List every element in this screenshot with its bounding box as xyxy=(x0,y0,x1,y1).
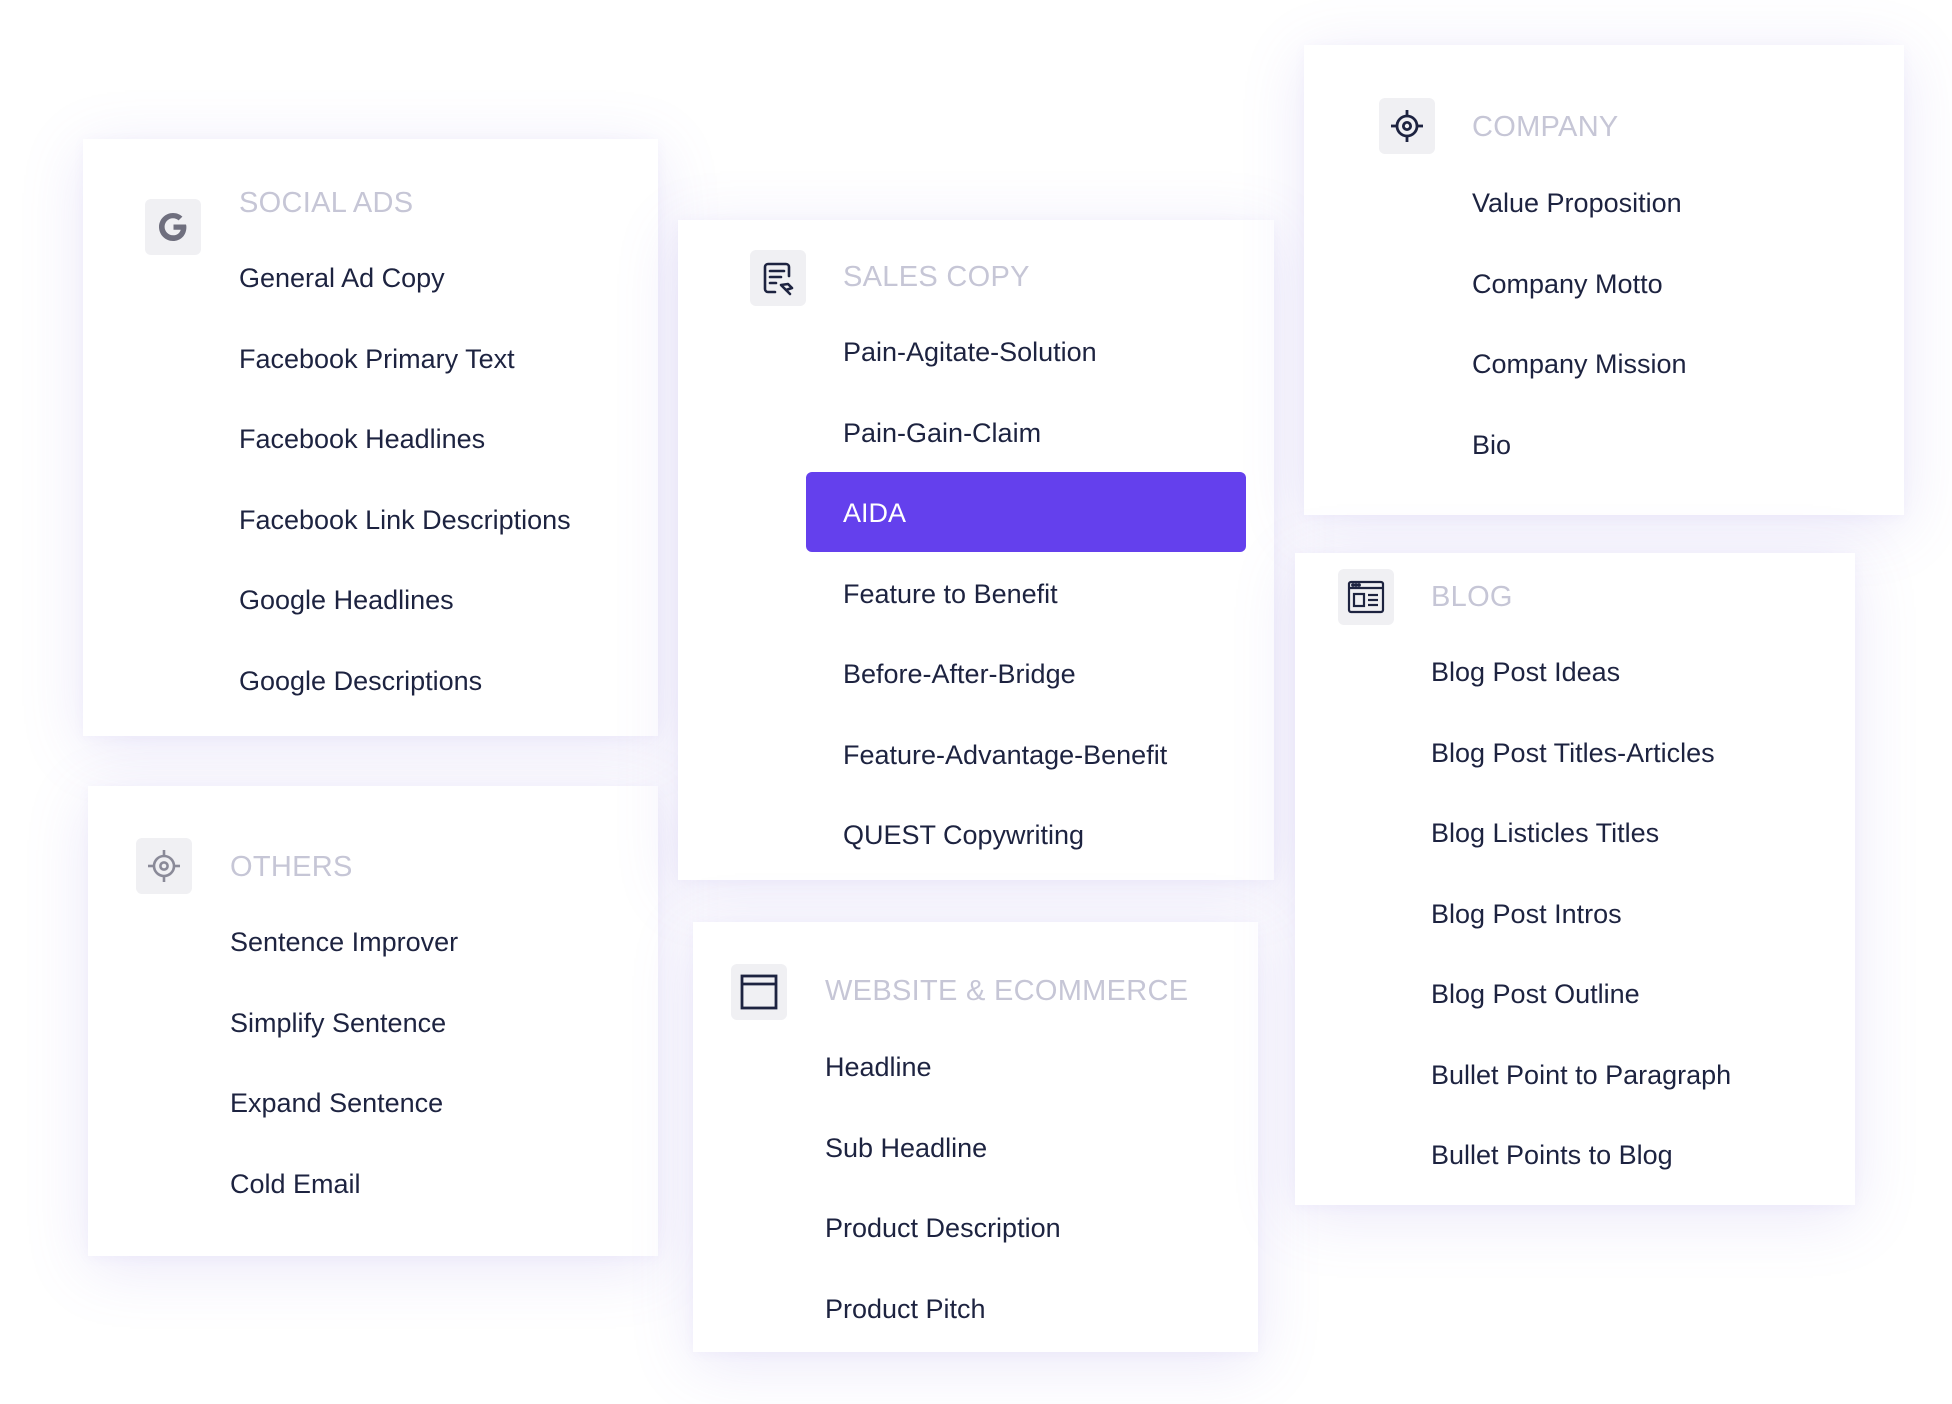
others-card: OTHERS Sentence Improver Simplify Sentenc… xyxy=(88,786,658,1256)
menu-item[interactable]: Bullet Points to Blog xyxy=(1431,1135,1731,1216)
menu-item[interactable]: Expand Sentence xyxy=(230,1083,458,1164)
menu-item[interactable]: Facebook Headlines xyxy=(239,419,571,500)
menu-item-label: Value Proposition xyxy=(1472,188,1682,218)
menu-item[interactable]: Bio xyxy=(1472,425,1687,506)
menu-item-label: Google Descriptions xyxy=(239,665,483,696)
menu-item-label: Pain-Agitate-Solution xyxy=(843,337,1097,367)
menu-item[interactable]: Before-After-Bridge xyxy=(843,654,1167,735)
menu-item[interactable]: Simplify Sentence xyxy=(230,1003,458,1084)
menu-item[interactable]: Pain-Agitate-Solution xyxy=(843,332,1167,413)
menu-item-label: Facebook Headlines xyxy=(239,424,486,454)
section-title: SOCIAL ADS xyxy=(239,187,414,219)
menu-item-label: Before-After-Bridge xyxy=(843,659,1076,689)
item-list: General Ad Copy Facebook Primary Text Face… xyxy=(239,258,571,741)
menu-item-label: Company Mission xyxy=(1472,349,1687,379)
menu-item-label: Product Pitch xyxy=(825,1293,986,1324)
blog-card: BLOG Blog Post Ideas Blog Post Titles-Art… xyxy=(1295,553,1855,1205)
menu-item-label: Headline xyxy=(825,1052,932,1082)
document-edit-icon xyxy=(750,250,806,306)
menu-item-label: Feature-Advantage-Benefit xyxy=(843,739,1168,770)
menu-item[interactable]: Sentence Improver xyxy=(230,922,458,1003)
target-icon xyxy=(1379,98,1435,154)
menu-item-label: Cold Email xyxy=(230,1168,361,1199)
menu-item-label: Sentence Improver xyxy=(230,927,459,957)
menu-item-label: Bio xyxy=(1472,429,1512,460)
menu-item-label: Simplify Sentence xyxy=(230,1007,447,1038)
menu-item-label: Pain-Gain-Claim xyxy=(843,417,1042,448)
section-title: WEBSITE & ECOMMERCE xyxy=(825,975,1189,1007)
menu-item-label: Company Motto xyxy=(1472,268,1663,299)
browser-window-icon xyxy=(731,964,787,1020)
menu-item[interactable]: AIDA xyxy=(806,472,1246,574)
menu-item-label: Google Headlines xyxy=(239,585,454,615)
menu-item[interactable]: Blog Post Ideas xyxy=(1431,652,1731,733)
item-list: Blog Post Ideas Blog Post Titles-Articles… xyxy=(1431,652,1731,1216)
menu-item-label: Blog Post Titles-Articles xyxy=(1431,737,1715,768)
google-icon xyxy=(145,199,201,255)
menu-item[interactable]: Google Descriptions xyxy=(239,661,571,742)
menu-item-label: Bullet Point to Paragraph xyxy=(1431,1059,1732,1090)
menu-item[interactable]: Value Proposition xyxy=(1472,183,1687,264)
menu-item[interactable]: Bullet Point to Paragraph xyxy=(1431,1055,1731,1136)
menu-item-label: QUEST Copywriting xyxy=(843,820,1085,850)
menu-item[interactable]: Feature to Benefit xyxy=(843,574,1167,655)
menu-item-label: Blog Post Outline xyxy=(1431,979,1640,1009)
section-title: SALES COPY xyxy=(843,261,1030,293)
menu-item[interactable]: Blog Post Outline xyxy=(1431,974,1731,1055)
section-title: BLOG xyxy=(1431,581,1513,613)
website-ecommerce-card: WEBSITE & ECOMMERCE Headline Sub Headline… xyxy=(693,922,1258,1352)
menu-item-label: Blog Post Ideas xyxy=(1431,657,1621,687)
menu-item[interactable]: Blog Post Titles-Articles xyxy=(1431,733,1731,814)
menu-item[interactable]: Cold Email xyxy=(230,1164,458,1245)
menu-item-label: Expand Sentence xyxy=(230,1088,444,1118)
blog-layout-icon xyxy=(1338,569,1394,625)
item-list: Value Proposition Company Motto Company Mi… xyxy=(1472,183,1687,505)
menu-item-label: Feature to Benefit xyxy=(843,578,1058,609)
menu-item[interactable]: General Ad Copy xyxy=(239,258,571,339)
company-card: COMPANY Value Proposition Company Motto Co… xyxy=(1304,45,1904,515)
menu-item-label: AIDA xyxy=(843,498,907,528)
target-icon xyxy=(136,838,192,894)
menu-item-label: Blog Listicles Titles xyxy=(1431,818,1660,848)
menu-item-label: Sub Headline xyxy=(825,1132,988,1163)
menu-item-label: General Ad Copy xyxy=(239,263,445,293)
menu-item-label: Bullet Points to Blog xyxy=(1431,1140,1673,1170)
menu-item-label: Product Description xyxy=(825,1213,1061,1243)
menu-item-label: Facebook Link Descriptions xyxy=(239,504,571,535)
menu-item[interactable]: Feature-Advantage-Benefit xyxy=(843,735,1167,816)
menu-item[interactable]: Headline xyxy=(825,1047,1061,1128)
menu-item[interactable]: Blog Post Intros xyxy=(1431,894,1731,975)
menu-item[interactable]: Sub Headline xyxy=(825,1128,1061,1209)
menu-item[interactable]: Facebook Link Descriptions xyxy=(239,500,571,581)
item-list: Pain-Agitate-Solution Pain-Gain-Claim AIDA… xyxy=(806,332,1246,896)
menu-item[interactable]: Company Mission xyxy=(1472,344,1687,425)
menu-item[interactable]: Product Description xyxy=(825,1208,1061,1289)
menu-item-label: Blog Post Intros xyxy=(1431,898,1622,929)
menu-item[interactable]: QUEST Copywriting xyxy=(843,815,1167,896)
section-title: COMPANY xyxy=(1472,111,1619,143)
menu-item[interactable]: Company Motto xyxy=(1472,264,1687,345)
item-list: Sentence Improver Simplify Sentence Expand… xyxy=(230,922,458,1244)
menu-item-label: Facebook Primary Text xyxy=(239,343,515,374)
section-title: OTHERS xyxy=(230,851,353,883)
menu-item[interactable]: Blog Listicles Titles xyxy=(1431,813,1731,894)
sales-copy-card: SALES COPY Pain-Agitate-Solution Pain-Gai… xyxy=(678,220,1274,880)
menu-item[interactable]: Product Pitch xyxy=(825,1289,1061,1370)
social-ads-card: SOCIAL ADS General Ad Copy Facebook Prima… xyxy=(83,139,658,736)
menu-item[interactable]: Google Headlines xyxy=(239,580,571,661)
menu-item[interactable]: Facebook Primary Text xyxy=(239,339,571,420)
item-list: Headline Sub Headline Product Description P… xyxy=(825,1047,1061,1369)
